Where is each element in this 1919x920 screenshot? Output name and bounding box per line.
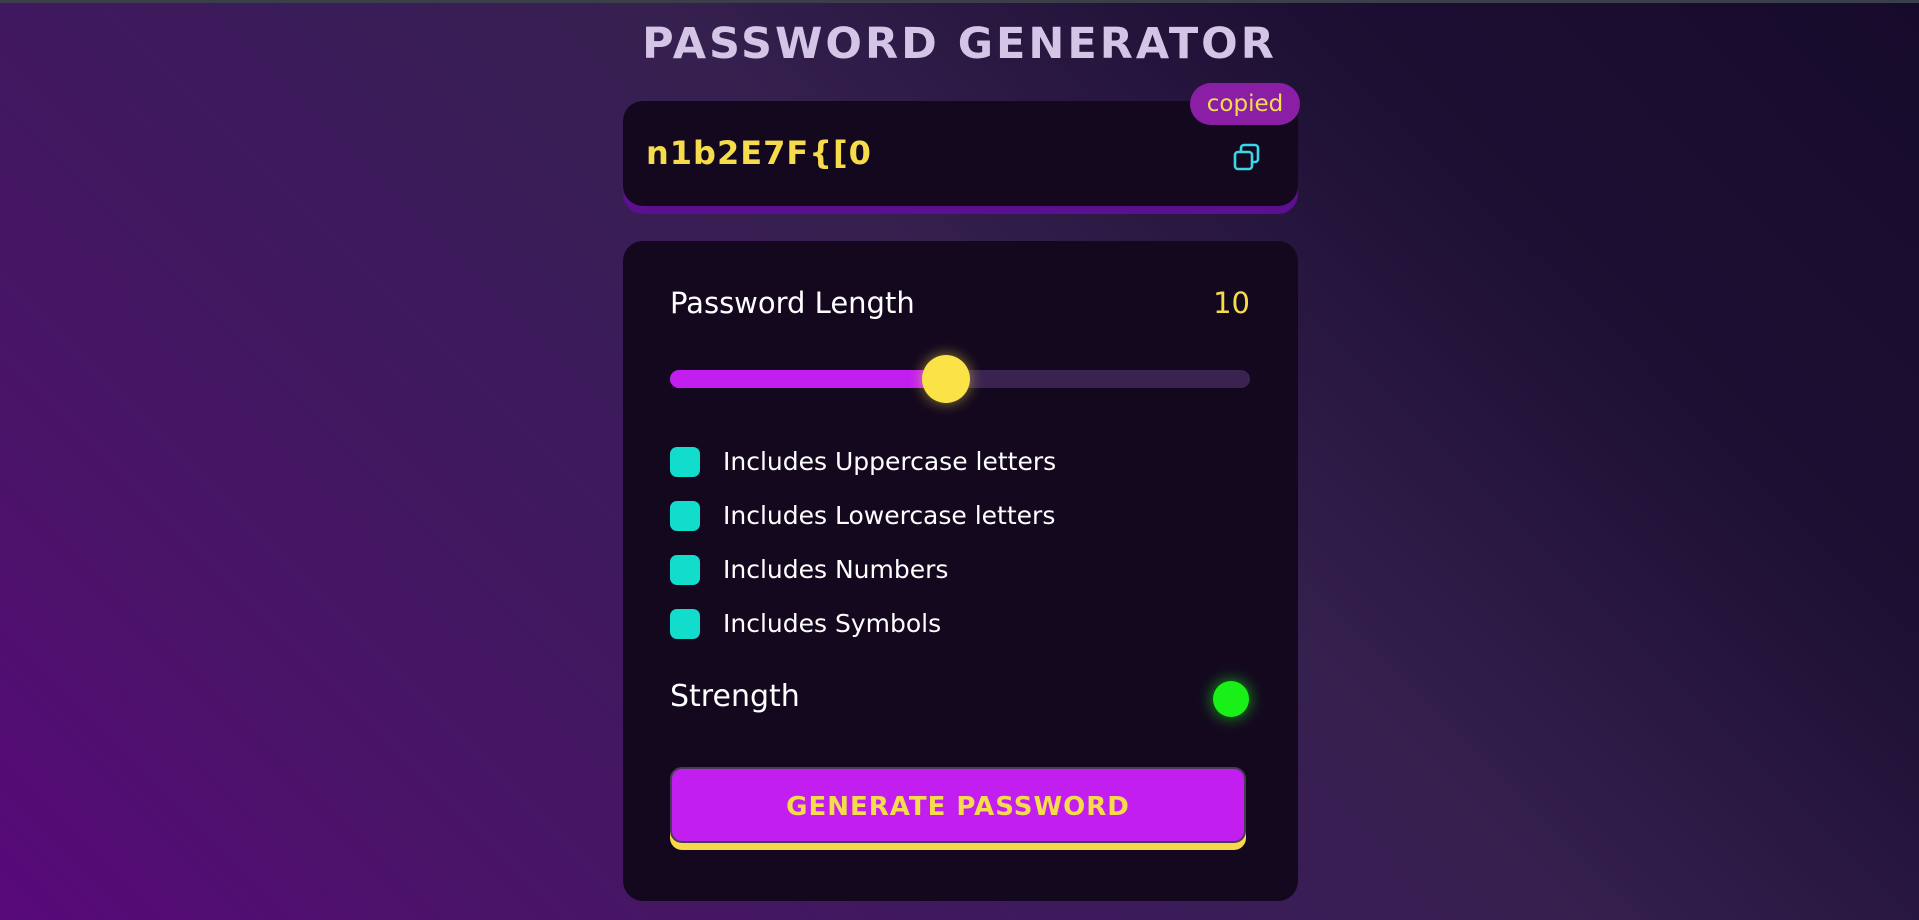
uppercase-checkbox[interactable] [670, 447, 700, 477]
option-numbers[interactable]: Includes Numbers [670, 554, 948, 586]
copy-button[interactable] [1227, 137, 1267, 177]
numbers-checkbox[interactable] [670, 555, 700, 585]
generate-password-button[interactable]: GENERATE PASSWORD [670, 767, 1246, 843]
option-symbols[interactable]: Includes Symbols [670, 608, 941, 640]
length-label: Password Length [670, 286, 915, 320]
page-title: PASSWORD GENERATOR [642, 19, 1277, 69]
strength-label: Strength [670, 679, 800, 714]
option-lowercase[interactable]: Includes Lowercase letters [670, 500, 1055, 532]
copied-badge: copied [1190, 83, 1300, 125]
slider-fill [670, 370, 946, 388]
option-label: Includes Symbols [723, 609, 942, 638]
length-slider[interactable] [670, 355, 1250, 403]
window-top-border [0, 0, 1919, 3]
options-panel: Password Length 10 Includes Uppercase le… [623, 241, 1298, 901]
option-label: Includes Numbers [723, 555, 949, 584]
option-label: Includes Uppercase letters [723, 447, 1057, 476]
length-value: 10 [1213, 286, 1250, 320]
generated-password: n1b2E7F{[0 [646, 134, 872, 172]
strength-indicator [1213, 681, 1249, 717]
symbols-checkbox[interactable] [670, 609, 700, 639]
option-uppercase[interactable]: Includes Uppercase letters [670, 446, 1056, 478]
slider-thumb[interactable] [921, 355, 970, 403]
lowercase-checkbox[interactable] [670, 501, 700, 531]
copy-icon [1233, 143, 1260, 171]
option-label: Includes Lowercase letters [723, 501, 1056, 530]
